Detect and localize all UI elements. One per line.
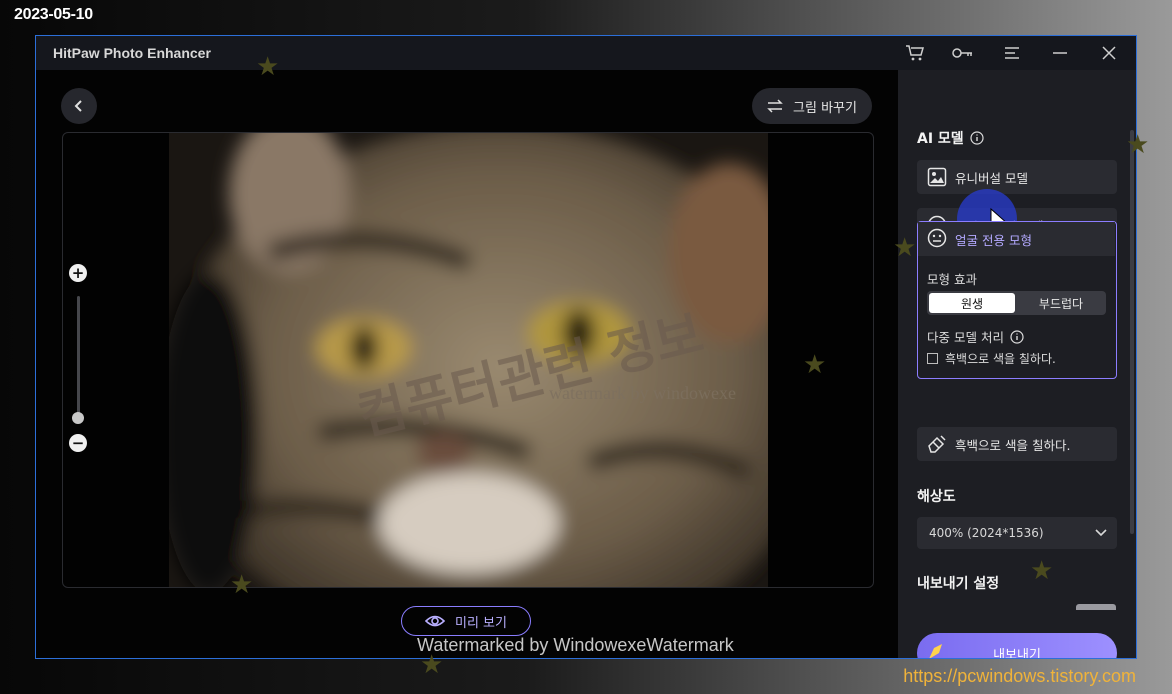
- zoom-in-button[interactable]: +: [69, 264, 87, 282]
- face-icon: [927, 228, 947, 251]
- rocket-icon: [929, 644, 942, 658]
- multi-model-checkbox-row[interactable]: 흑백으로 색을 칠하다.: [927, 350, 1056, 367]
- source-url-overlay: https://pcwindows.tistory.com: [903, 666, 1136, 686]
- resolution-select[interactable]: 400% (2024*1536): [917, 517, 1117, 549]
- eye-icon: [425, 615, 445, 627]
- model-effect-label: 모형 효과: [927, 272, 977, 287]
- back-button[interactable]: [61, 88, 97, 124]
- export-label: 내보내기: [993, 647, 1041, 659]
- key-icon[interactable]: [952, 42, 974, 64]
- close-icon[interactable]: [1098, 42, 1120, 64]
- effect-option-soft[interactable]: 부드럽다: [1018, 293, 1104, 313]
- minimize-icon[interactable]: [1049, 42, 1071, 64]
- colorize-option[interactable]: 흑백으로 색을 칠하다.: [917, 427, 1117, 461]
- zoom-slider-thumb[interactable]: [72, 412, 84, 424]
- title-bar: HitPaw Photo Enhancer: [36, 36, 1136, 70]
- export-settings-toggle[interactable]: [1076, 604, 1116, 610]
- multi-model-checkbox[interactable]: [927, 353, 938, 364]
- app-title: HitPaw Photo Enhancer: [53, 45, 211, 61]
- brush-icon: [927, 434, 947, 454]
- cart-icon[interactable]: [904, 42, 926, 64]
- model-universal[interactable]: 유니버설 모델: [917, 160, 1117, 194]
- watermark-english: watermark by windowexe: [549, 383, 736, 403]
- ai-model-title: AI 모델: [917, 131, 964, 147]
- effect-option-original[interactable]: 원생: [929, 293, 1015, 313]
- replace-image-label: 그림 바꾸기: [793, 100, 857, 116]
- settings-panel: AI 모델 유니버설 모델 노이즈 제거 모델 얼굴 전용 모형 모: [898, 70, 1136, 659]
- image-icon: [927, 167, 947, 187]
- multi-model-heading: 다중 모델 처리: [927, 327, 1024, 346]
- info-icon[interactable]: [970, 131, 984, 145]
- model-universal-label: 유니버설 모델: [955, 170, 1028, 186]
- resolution-title: 해상도: [917, 489, 956, 505]
- export-settings-title: 내보내기 설정: [917, 576, 1000, 592]
- model-effect-toggle: 원생 부드럽다: [927, 291, 1106, 315]
- export-button[interactable]: 내보내기: [917, 633, 1117, 659]
- colorize-label: 흑백으로 색을 칠하다.: [955, 437, 1071, 453]
- ai-model-heading: AI 모델: [917, 128, 984, 148]
- info-icon[interactable]: [1010, 329, 1024, 344]
- bottom-watermark: Watermarked by WindowexeWatermark: [417, 635, 734, 655]
- model-face-label: 얼굴 전용 모형: [955, 232, 1032, 248]
- panel-scrollbar[interactable]: [1130, 130, 1134, 534]
- date-overlay: 2023-05-10: [14, 6, 93, 23]
- multi-model-label: 다중 모델 처리: [927, 330, 1004, 345]
- image-canvas[interactable]: 컴퓨터관련 정보 watermark by windowexe: [62, 132, 874, 588]
- chevron-down-icon: [1095, 529, 1107, 537]
- replace-image-button[interactable]: 그림 바꾸기: [752, 88, 872, 124]
- zoom-slider-track[interactable]: [77, 296, 80, 418]
- multi-model-checkbox-label: 흑백으로 색을 칠하다.: [945, 352, 1056, 366]
- chevron-left-icon: [74, 100, 82, 112]
- resolution-value: 400% (2024*1536): [929, 526, 1044, 540]
- preview-label: 미리 보기: [455, 615, 507, 631]
- model-face[interactable]: 얼굴 전용 모형: [918, 222, 1115, 256]
- swap-icon: [767, 99, 783, 113]
- zoom-control: + −: [69, 264, 89, 454]
- preview-button[interactable]: 미리 보기: [401, 606, 531, 636]
- zoom-out-button[interactable]: −: [69, 434, 87, 452]
- menu-icon[interactable]: [1001, 42, 1023, 64]
- model-face-section: 얼굴 전용 모형 모형 효과 원생 부드럽다 다중 모델 처리 흑백으로 색을 …: [917, 221, 1117, 379]
- app-window: HitPaw Photo Enhancer 그림 바꾸기 컴퓨터관련 정보 wa…: [35, 35, 1137, 659]
